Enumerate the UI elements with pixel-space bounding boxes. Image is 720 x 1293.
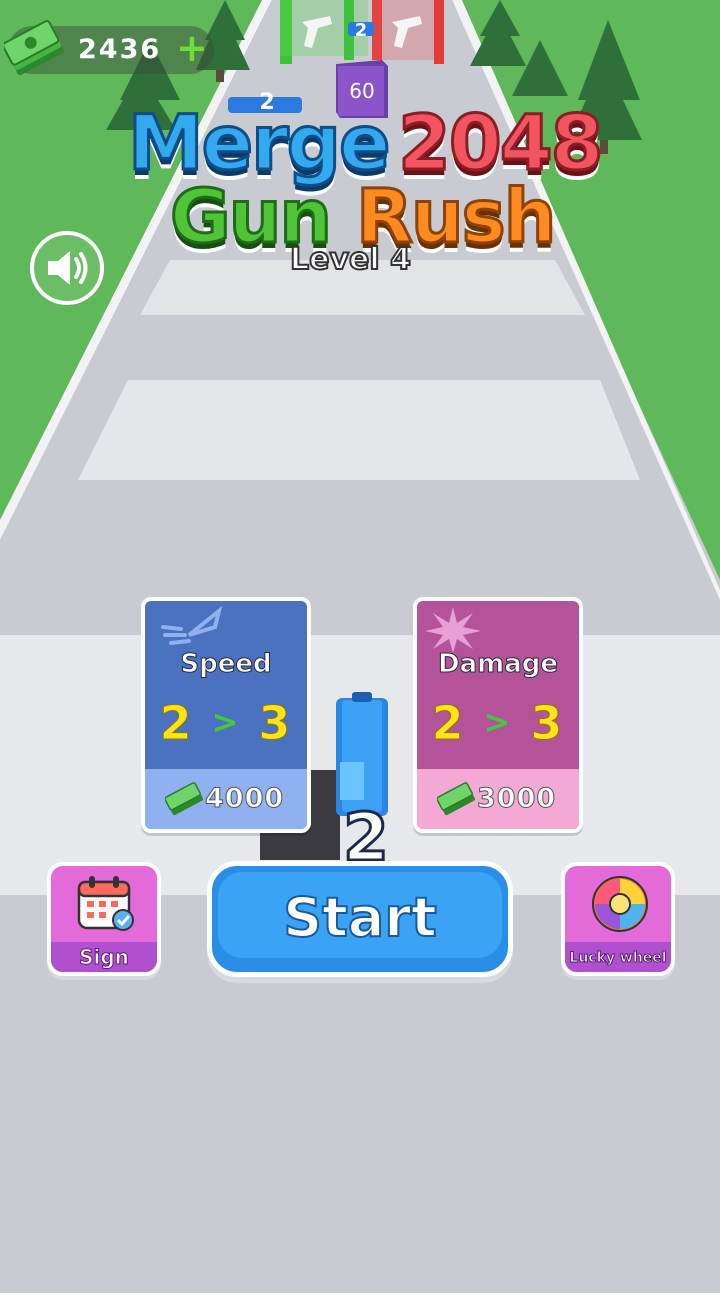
speed-levels: 2 > 3 (145, 696, 307, 751)
sign-button[interactable]: Sign (47, 862, 161, 976)
calendar-icon (77, 876, 134, 931)
lucky-wheel-button[interactable]: Lucky wheel (561, 862, 675, 976)
damage-title: Damage (437, 649, 558, 680)
level-label: Level 4 (289, 241, 412, 278)
cash-icon (165, 782, 203, 816)
lucky-wheel-label: Lucky wheel (569, 950, 667, 967)
damage-from: 2 (431, 696, 466, 751)
gate-gun-value: 2 (355, 20, 368, 41)
sign-label: Sign (79, 945, 130, 970)
sound-toggle-button[interactable] (30, 231, 104, 305)
cash-icon (437, 782, 475, 816)
rocket-icon (161, 605, 223, 645)
currency-amount: 2436 (78, 34, 162, 65)
cash-stack-icon (4, 20, 64, 76)
speed-title: Speed (180, 649, 272, 680)
damage-price: 3000 (476, 783, 557, 815)
add-currency-button[interactable]: + (176, 28, 208, 68)
speed-from: 2 (159, 696, 194, 751)
speed-arrow: > (211, 703, 241, 741)
speed-price-bar: 4000 (145, 769, 307, 829)
speaker-icon (48, 251, 88, 285)
speed-upgrade-card[interactable]: Speed 2 > 3 4000 (141, 597, 311, 833)
damage-arrow: > (483, 703, 513, 741)
damage-price-bar: 3000 (417, 769, 579, 829)
damage-to: 3 (530, 696, 565, 751)
lucky-wheel-icon (592, 876, 648, 932)
damage-levels: 2 > 3 (417, 696, 579, 751)
burst-icon (425, 607, 481, 653)
damage-upgrade-card[interactable]: Damage 2 > 3 3000 (413, 597, 583, 833)
speed-to: 3 (258, 696, 293, 751)
start-button[interactable]: Start (207, 861, 513, 977)
start-label: Start (282, 885, 438, 950)
speed-price: 4000 (204, 783, 285, 815)
